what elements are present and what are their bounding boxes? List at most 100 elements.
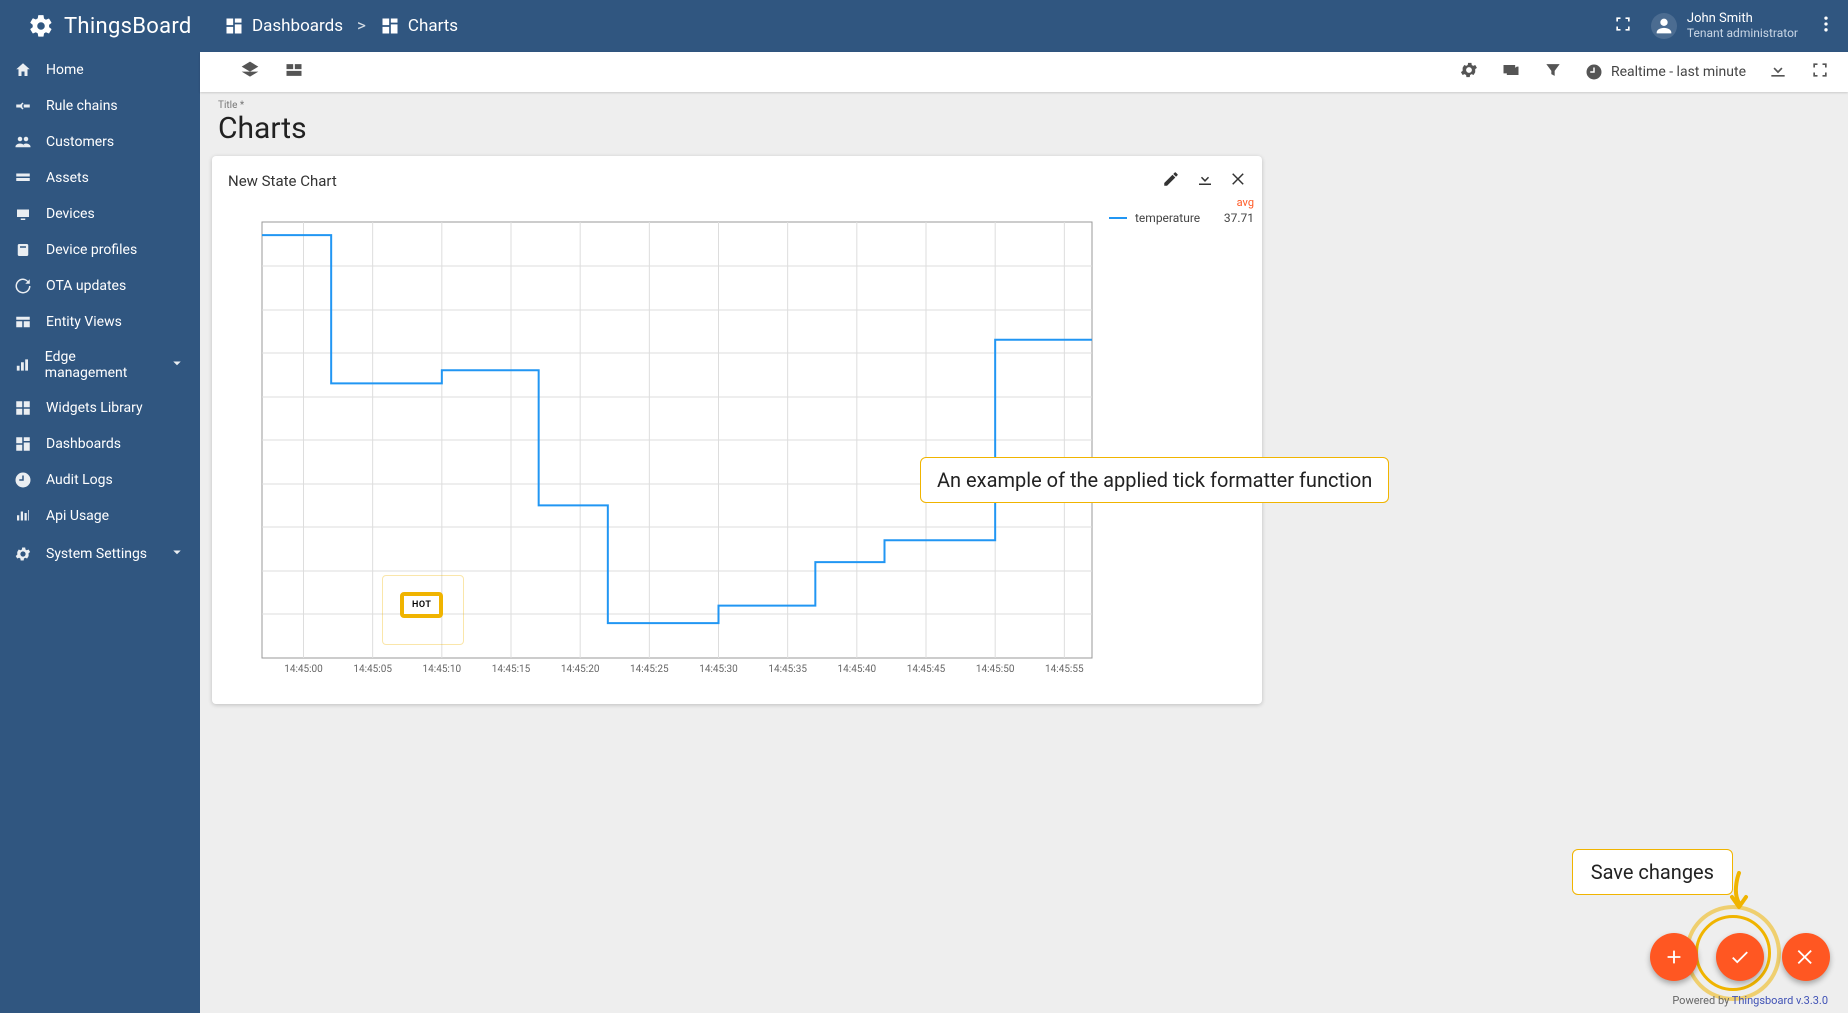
entity-aliases-icon[interactable] [1501,60,1521,84]
sidebar-item-api-usage[interactable]: Api Usage [0,498,200,534]
sidebar: Home Rule chains Customers Assets Device… [0,52,200,1013]
brand-icon [28,13,54,39]
plus-icon [1663,946,1685,968]
fullscreen-dashboard-icon[interactable] [1810,60,1830,84]
sidebar-item-device-profiles[interactable]: Device profiles [0,232,200,268]
legend-series-name: temperature [1135,211,1200,225]
save-fab[interactable] [1716,933,1764,981]
breadcrumb-dashboards-label: Dashboards [252,16,343,36]
sidebar-item-label: Dashboards [46,436,121,452]
svg-text:14:45:05: 14:45:05 [353,664,392,675]
sidebar-item-customers[interactable]: Customers [0,124,200,160]
cancel-fab[interactable] [1782,933,1830,981]
svg-text:14:45:35: 14:45:35 [768,664,807,675]
svg-text:14:45:00: 14:45:00 [284,664,323,675]
sidebar-item-entity-views[interactable]: Entity Views [0,304,200,340]
annotation-arrow-icon [1722,871,1756,917]
sidebar-item-label: Device profiles [46,242,137,258]
dashboard-toolbar: Realtime - last minute [200,52,1848,92]
legend-header: avg [1109,196,1254,209]
sidebar-item-dashboards[interactable]: Dashboards [0,426,200,462]
chart-svg: 14:45:00 14:45:05 14:45:10 14:45:15 14:45:20… [242,212,1102,682]
hot-tick-label: HOT [400,592,443,618]
layout-icon[interactable] [284,60,304,84]
svg-text:14:45:30: 14:45:30 [699,664,738,675]
sidebar-item-label: Entity Views [46,314,122,330]
breadcrumb-current-label: Charts [408,16,458,36]
sidebar-item-edge-management[interactable]: Edge management [0,340,200,390]
title-value: Charts [218,111,1830,146]
layers-icon[interactable] [240,60,260,84]
svg-text:14:45:55: 14:45:55 [1045,664,1084,675]
dashboard-title-field[interactable]: Title * Charts [200,92,1848,156]
sidebar-item-label: Audit Logs [46,472,113,488]
check-icon [1729,946,1751,968]
top-actions: John Smith Tenant administrator [1613,12,1836,39]
sidebar-item-label: Rule chains [46,98,118,114]
sidebar-item-label: Customers [46,134,114,150]
legend-series-value: 37.71 [1224,211,1254,225]
sidebar-item-system-settings[interactable]: System Settings [0,534,200,574]
filter-icon[interactable] [1543,60,1563,84]
sidebar-item-label: Home [46,62,84,78]
sidebar-item-label: Edge management [45,349,154,381]
breadcrumb: Dashboards > Charts [224,16,458,36]
main-content: Realtime - last minute Title * Charts Ne… [200,52,1848,1013]
chevron-down-icon [168,543,186,565]
sidebar-item-label: OTA updates [46,278,126,294]
widget-card[interactable]: New State Chart [212,156,1262,704]
user-name: John Smith [1687,12,1798,26]
sidebar-item-home[interactable]: Home [0,52,200,88]
settings-icon[interactable] [1459,60,1479,84]
breadcrumb-dashboards[interactable]: Dashboards [224,16,343,36]
sidebar-item-label: System Settings [46,546,147,562]
sidebar-item-label: Api Usage [46,508,109,524]
edit-widget-icon[interactable] [1162,170,1180,192]
chart-legend: avg temperature 37.71 [1109,192,1254,694]
sidebar-item-rule-chains[interactable]: Rule chains [0,88,200,124]
fab-group [1650,933,1830,981]
footer: Powered by Thingsboard v.3.3.0 [1672,994,1828,1007]
svg-text:14:45:45: 14:45:45 [907,664,946,675]
fullscreen-icon[interactable] [1613,14,1633,38]
chevron-down-icon [168,354,186,376]
more-icon[interactable] [1816,14,1836,38]
svg-text:14:45:20: 14:45:20 [561,664,600,675]
timewindow-label: Realtime - last minute [1611,64,1746,80]
export-icon[interactable] [1768,60,1788,84]
footer-link[interactable]: Thingsboard v.3.3.0 [1732,994,1828,1007]
top-app-bar: ThingsBoard Dashboards > Charts John Smi… [0,0,1848,52]
user-role: Tenant administrator [1687,27,1798,40]
annotation-tick-formatter: An example of the applied tick formatter… [920,457,1389,503]
add-widget-fab[interactable] [1650,933,1698,981]
user-menu[interactable]: John Smith Tenant administrator [1651,12,1798,39]
svg-text:14:45:25: 14:45:25 [630,664,669,675]
close-icon [1795,946,1817,968]
svg-text:14:45:15: 14:45:15 [492,664,531,675]
sidebar-item-ota-updates[interactable]: OTA updates [0,268,200,304]
sidebar-item-audit-logs[interactable]: Audit Logs [0,462,200,498]
timewindow-button[interactable]: Realtime - last minute [1585,63,1746,81]
sidebar-item-widgets-library[interactable]: Widgets Library [0,390,200,426]
download-widget-icon[interactable] [1196,170,1214,192]
brand[interactable]: ThingsBoard [0,13,200,39]
svg-text:14:45:10: 14:45:10 [423,664,462,675]
sidebar-item-assets[interactable]: Assets [0,160,200,196]
title-label: Title * [218,100,1830,111]
breadcrumb-separator: > [357,16,366,36]
widget-title: New State Chart [224,172,1162,190]
avatar-icon [1651,13,1677,39]
annotation-save-changes: Save changes [1572,849,1733,895]
sidebar-item-label: Devices [46,206,95,222]
legend-color-swatch [1109,217,1127,219]
breadcrumb-current[interactable]: Charts [380,16,458,36]
brand-text: ThingsBoard [64,14,192,39]
sidebar-item-devices[interactable]: Devices [0,196,200,232]
sidebar-item-label: Assets [46,170,89,186]
sidebar-item-label: Widgets Library [46,400,143,416]
close-widget-icon[interactable] [1230,170,1248,192]
svg-text:14:45:50: 14:45:50 [976,664,1015,675]
chart-plot: 14:45:00 14:45:05 14:45:10 14:45:15 14:45:20… [224,192,1109,694]
svg-text:14:45:40: 14:45:40 [838,664,877,675]
footer-prefix: Powered by [1672,994,1731,1007]
